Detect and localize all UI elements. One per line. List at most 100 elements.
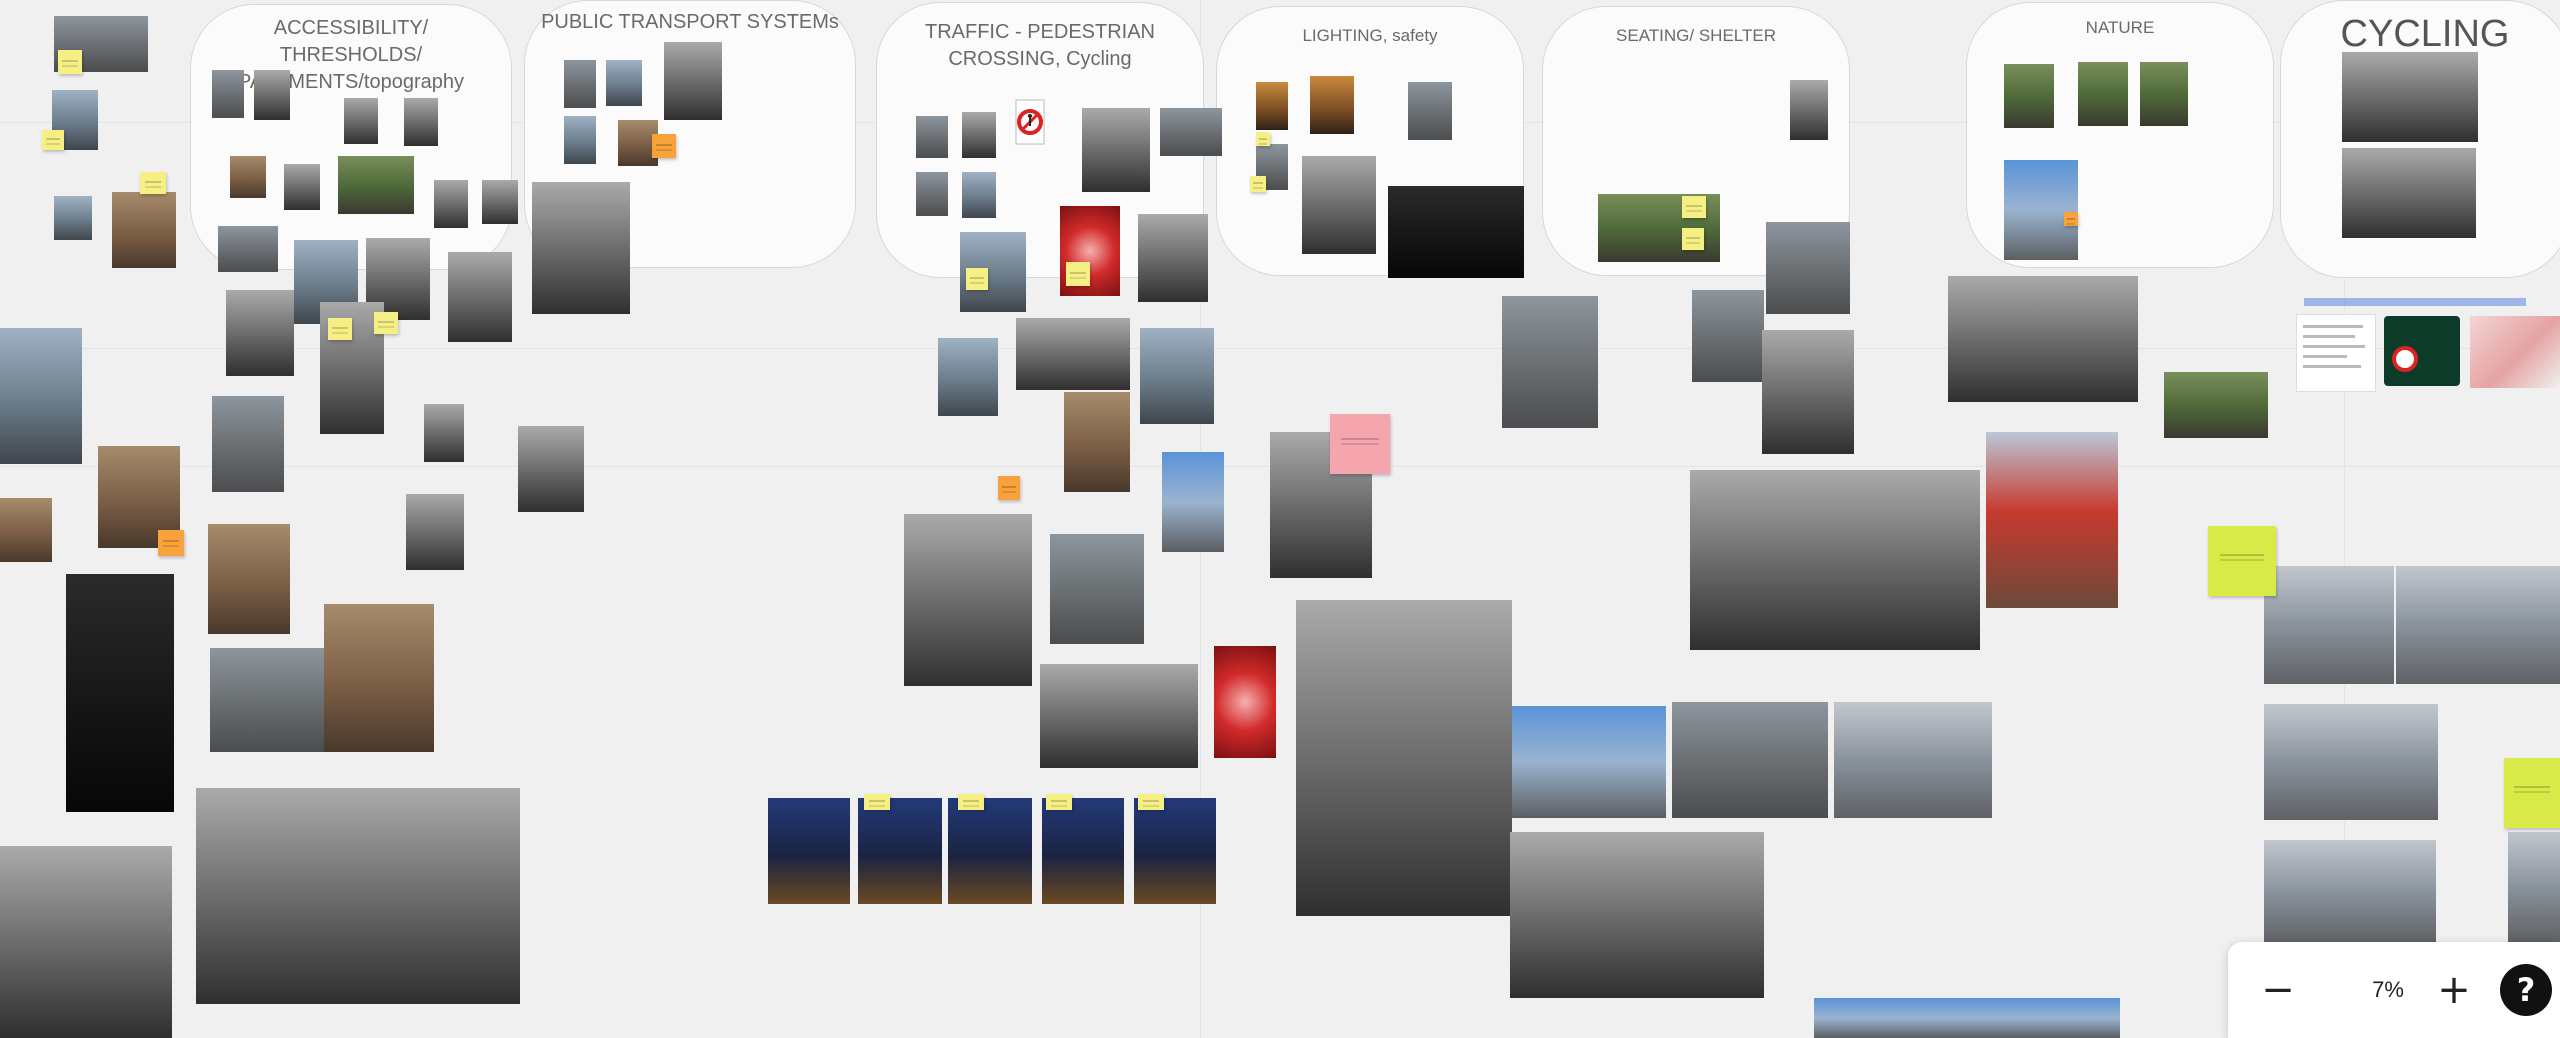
board-photo[interactable] [1814, 998, 2120, 1038]
board-photo[interactable] [218, 226, 278, 272]
board-photo[interactable] [54, 196, 92, 240]
board-photo[interactable] [2004, 64, 2054, 128]
board-photo[interactable] [1042, 798, 1124, 904]
board-photo[interactable] [768, 798, 850, 904]
board-photo[interactable] [1050, 534, 1144, 644]
board-photo[interactable] [0, 498, 52, 562]
board-photo[interactable] [564, 60, 596, 108]
board-photo[interactable] [212, 396, 284, 492]
no-pedestrian-sign-icon[interactable] [1012, 98, 1048, 146]
sticky-note[interactable] [1256, 132, 1270, 146]
board-photo[interactable] [404, 98, 438, 146]
board-photo[interactable] [938, 338, 998, 416]
sticky-note[interactable] [864, 794, 890, 810]
board-photo[interactable] [1948, 276, 2138, 402]
board-photo[interactable] [2004, 160, 2078, 260]
speed-limit-card[interactable] [2384, 316, 2460, 386]
board-photo[interactable] [2078, 62, 2128, 126]
board-photo[interactable] [324, 604, 434, 752]
board-photo[interactable] [208, 524, 290, 634]
board-photo[interactable] [1692, 290, 1764, 382]
board-photo[interactable] [606, 60, 642, 106]
board-photo[interactable] [482, 180, 518, 224]
board-photo[interactable] [226, 290, 294, 376]
board-photo[interactable] [1310, 76, 1354, 134]
board-photo[interactable] [962, 172, 996, 218]
sticky-note[interactable] [1682, 196, 1706, 218]
board-photo[interactable] [948, 798, 1032, 904]
board-photo[interactable] [664, 42, 722, 120]
map-card[interactable] [2470, 316, 2560, 388]
board-photo[interactable] [1512, 706, 1666, 818]
board-photo[interactable] [518, 426, 584, 512]
board-photo[interactable] [1834, 702, 1992, 818]
board-photo[interactable] [1762, 330, 1854, 454]
sticky-note[interactable] [42, 130, 64, 150]
board-photo[interactable] [2342, 52, 2478, 142]
sticky-note[interactable] [140, 172, 166, 194]
board-photo[interactable] [1388, 186, 1524, 278]
board-photo[interactable] [434, 180, 468, 228]
sticky-note[interactable] [1066, 262, 1090, 286]
board-photo[interactable] [1408, 82, 1452, 140]
board-photo[interactable] [254, 70, 290, 120]
board-photo[interactable] [2164, 372, 2268, 438]
board-photo[interactable] [1138, 214, 1208, 302]
article-card[interactable] [2296, 314, 2376, 392]
sticky-note[interactable] [1682, 228, 1704, 250]
board-photo[interactable] [858, 798, 942, 904]
board-photo[interactable] [904, 514, 1032, 686]
board-photo[interactable] [1214, 646, 1276, 758]
board-photo[interactable] [1502, 296, 1598, 428]
sticky-note[interactable] [2064, 212, 2078, 226]
board-photo[interactable] [196, 788, 520, 1004]
sticky-note[interactable] [1138, 794, 1164, 810]
board-photo[interactable] [1040, 664, 1198, 768]
board-photo[interactable] [564, 116, 596, 164]
board-photo[interactable] [1162, 452, 1224, 552]
board-photo[interactable] [212, 70, 244, 118]
board-photo[interactable] [448, 252, 512, 342]
board-photo[interactable] [1456, 600, 1512, 916]
zoom-in-button[interactable]: + [2426, 964, 2482, 1016]
board-photo[interactable] [2342, 148, 2476, 238]
sticky-note[interactable] [1046, 794, 1072, 810]
link-preview-url[interactable] [2304, 298, 2526, 306]
board-photo[interactable] [66, 574, 174, 812]
sticky-note[interactable] [328, 318, 352, 340]
board-photo[interactable] [406, 494, 464, 570]
board-photo[interactable] [916, 172, 948, 216]
board-photo[interactable] [1690, 470, 1980, 650]
board-photo[interactable] [1790, 80, 1828, 140]
board-photo[interactable] [112, 192, 176, 268]
board-photo[interactable] [1140, 328, 1214, 424]
board-photo[interactable] [0, 846, 172, 1038]
sticky-note[interactable] [374, 312, 398, 334]
board-photo[interactable] [1986, 432, 2118, 608]
zoom-out-button[interactable]: − [2250, 964, 2306, 1016]
sticky-note[interactable] [1250, 176, 1266, 192]
board-photo[interactable] [1302, 156, 1376, 254]
board-photo[interactable] [1016, 318, 1130, 390]
board-photo[interactable] [2264, 566, 2394, 684]
sticky-note[interactable] [966, 268, 988, 290]
sticky-note[interactable] [998, 476, 1020, 500]
board-photo[interactable] [962, 112, 996, 158]
board-photo[interactable] [1082, 108, 1150, 192]
board-photo[interactable] [1160, 108, 1222, 156]
sticky-note[interactable] [58, 50, 82, 74]
board-photo[interactable] [210, 648, 324, 752]
sticky-note[interactable] [652, 134, 676, 158]
board-photo[interactable] [344, 98, 378, 144]
board-photo[interactable] [284, 164, 320, 210]
board-photo[interactable] [1672, 702, 1828, 818]
board-photo[interactable] [2140, 62, 2188, 126]
board-photo[interactable] [2508, 832, 2560, 942]
board-photo[interactable] [1134, 798, 1216, 904]
zoom-level[interactable]: 7% [2338, 964, 2438, 1016]
board-photo[interactable] [230, 156, 266, 198]
board-photo[interactable] [916, 116, 948, 158]
sticky-note[interactable] [2504, 758, 2560, 828]
board-photo[interactable] [2264, 840, 2436, 944]
sticky-note[interactable] [1330, 414, 1390, 474]
